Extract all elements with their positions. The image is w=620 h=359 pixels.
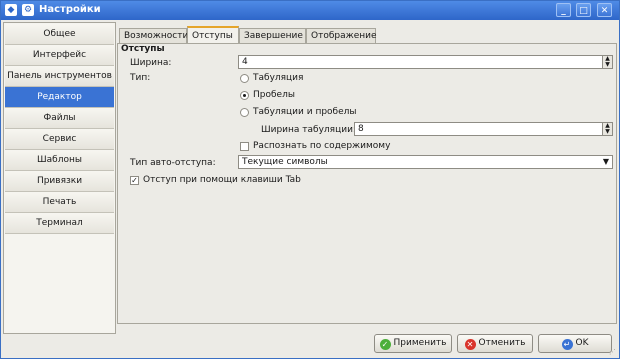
title-bar[interactable]: ◆ ⚙ Настройки _ □ ✕ xyxy=(1,1,619,20)
window-title: Настройки xyxy=(39,4,101,15)
minimize-icon[interactable]: _ xyxy=(556,3,571,17)
radio-spaces-label: Пробелы xyxy=(253,90,295,100)
detect-checkbox[interactable] xyxy=(240,142,249,151)
spin-arrows-icon[interactable]: ▲ ▼ xyxy=(602,56,612,68)
radio-tabs-and-spaces[interactable] xyxy=(240,108,249,117)
apply-button-label: Применить xyxy=(393,338,447,348)
enter-icon: ↵ xyxy=(561,339,573,350)
category-general[interactable]: Общее xyxy=(5,24,114,45)
tab-indents[interactable]: Отступы xyxy=(187,26,239,44)
category-service[interactable]: Сервис xyxy=(5,129,114,150)
resize-grip-icon[interactable]: ⋰ xyxy=(609,348,617,356)
ok-button-label: OK xyxy=(575,338,589,348)
category-files[interactable]: Файлы xyxy=(5,108,114,129)
radio-tabs[interactable] xyxy=(240,74,249,83)
category-interface[interactable]: Интерфейс xyxy=(5,45,114,66)
auto-indent-label: Тип авто-отступа: xyxy=(130,158,216,168)
tab-features[interactable]: Возможности xyxy=(119,28,188,43)
cancel-button[interactable]: ✕ Отменить xyxy=(457,334,533,353)
indent-width-label: Ширина: xyxy=(130,58,172,68)
tab-key-checkbox[interactable]: ✓ xyxy=(130,176,139,185)
close-icon[interactable]: ✕ xyxy=(597,3,612,17)
indent-group-title: Отступы xyxy=(121,44,165,54)
cancel-button-label: Отменить xyxy=(478,338,526,348)
category-bindings[interactable]: Привязки xyxy=(5,171,114,192)
maximize-icon[interactable]: □ xyxy=(576,3,591,17)
tab-width-label: Ширина табуляции: xyxy=(261,125,356,135)
indent-width-spinbox[interactable]: 4 ▲ ▼ xyxy=(238,55,613,69)
tab-width-spinbox[interactable]: 8 ▲ ▼ xyxy=(354,122,613,136)
cancel-icon: ✕ xyxy=(464,339,476,350)
window-menu-icon[interactable]: ⚙ xyxy=(22,4,34,16)
auto-indent-value: Текущие символы xyxy=(242,157,328,167)
chevron-down-icon[interactable]: ▼ xyxy=(603,156,609,168)
indent-type-label: Тип: xyxy=(130,73,151,83)
radio-tabs-label: Табуляция xyxy=(253,73,304,83)
radio-tabs-and-spaces-label: Табуляции и пробелы xyxy=(253,107,357,117)
tab-display[interactable]: Отображение xyxy=(306,28,377,43)
category-toolbar[interactable]: Панель инструментов xyxy=(5,66,114,87)
indent-width-value: 4 xyxy=(242,57,248,67)
category-list[interactable]: Общее Интерфейс Панель инструментов Реда… xyxy=(3,22,116,334)
spin-arrows-icon[interactable]: ▲ ▼ xyxy=(602,123,612,135)
radio-spaces[interactable] xyxy=(240,91,249,100)
category-terminal[interactable]: Терминал xyxy=(5,213,114,234)
ok-button[interactable]: ↵ OK xyxy=(538,334,612,353)
category-editor[interactable]: Редактор xyxy=(5,87,114,108)
detect-checkbox-label: Распознать по содержимому xyxy=(253,141,391,151)
category-templates[interactable]: Шаблоны xyxy=(5,150,114,171)
settings-window: ◆ ⚙ Настройки _ □ ✕ Общее Интерфейс Пане… xyxy=(0,0,620,359)
tab-completion[interactable]: Завершение xyxy=(239,28,306,43)
apply-button[interactable]: ✓ Применить xyxy=(374,334,452,353)
check-icon: ✓ xyxy=(379,339,391,350)
tab-key-checkbox-label: Отступ при помощи клавиши Tab xyxy=(143,175,301,185)
app-icon[interactable]: ◆ xyxy=(5,4,17,16)
category-print[interactable]: Печать xyxy=(5,192,114,213)
tab-width-value: 8 xyxy=(358,124,364,134)
auto-indent-combobox[interactable]: Текущие символы ▼ xyxy=(238,155,613,169)
